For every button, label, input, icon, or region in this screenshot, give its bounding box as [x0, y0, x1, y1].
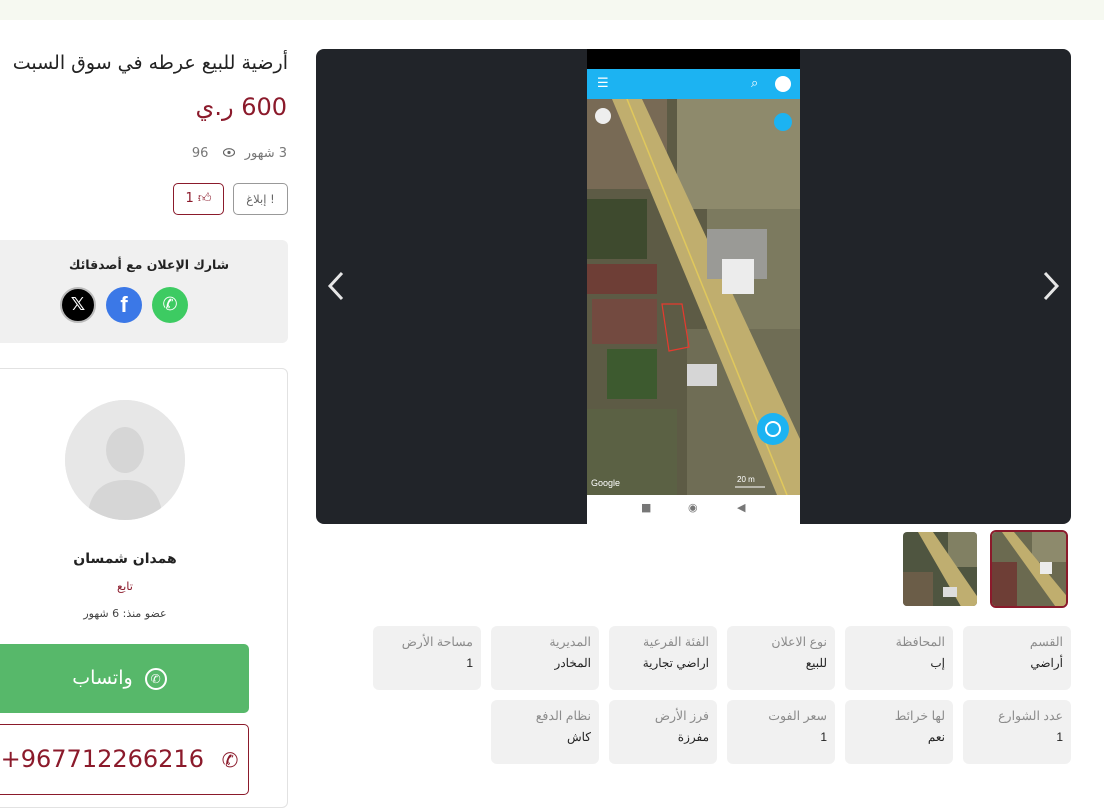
circle-icon: ◉ — [688, 501, 698, 514]
phone-call-button[interactable]: +967712266216 ✆ — [0, 724, 249, 795]
thumbs-up-icon: 👍︎ — [197, 191, 212, 206]
square-icon: ■ — [641, 501, 652, 514]
detail-ad-type: نوع الاعلان للبيع — [727, 626, 835, 690]
listing-age: 3 شهور — [244, 146, 287, 161]
map-scale: 20 m — [737, 475, 755, 484]
menu-icon: ☰ — [597, 76, 609, 91]
detail-land-area: مساحة الأرض 1 — [373, 626, 481, 690]
chevron-left-icon — [327, 271, 344, 301]
chevron-right-icon — [1043, 271, 1060, 301]
layers-icon — [775, 76, 791, 92]
x-icon: 𝕏 — [70, 294, 86, 315]
phone-status-bar — [587, 49, 800, 69]
listing-price: 600 ر.ي — [195, 93, 287, 121]
report-label: إبلاغ — [246, 192, 267, 206]
detail-payment-system: نظام الدفع كاش — [491, 700, 599, 764]
phone-nav-bar: ■ ◉ ◀ — [587, 495, 800, 524]
listing-views: 96 — [191, 146, 209, 161]
map-app-bar: ☰ ⌕ — [587, 69, 800, 99]
whatsapp-label: واتساب — [72, 667, 133, 689]
eye-icon — [222, 146, 235, 161]
image-gallery[interactable]: ☰ ⌕ Google 20 m ■ ◉ ◀ — [316, 49, 1071, 524]
map-watermark: Google — [591, 478, 621, 488]
gallery-prev-button[interactable] — [322, 269, 350, 309]
detail-governorate: المحافظة إب — [845, 626, 953, 690]
detail-category: القسم أراضي — [963, 626, 1071, 690]
detail-has-maps: لها خرائط نعم — [845, 700, 953, 764]
back-triangle-icon: ◀ — [737, 501, 746, 514]
whatsapp-share-button[interactable]: ✆ — [152, 287, 188, 323]
seller-name: همدان شمسان — [73, 551, 177, 567]
detail-district: المديرية المخادر — [491, 626, 599, 690]
share-box: شارك الإعلان مع أصدقائك 𝕏 f ✆ — [0, 240, 288, 343]
detail-subcategory: الفئة الفرعية اراضي تجارية — [609, 626, 717, 690]
facebook-icon: f — [120, 292, 128, 317]
avatar — [65, 400, 185, 520]
share-title: شارك الإعلان مع أصدقائك — [68, 257, 230, 272]
listing-meta: 3 شهور 96 — [192, 146, 287, 161]
user-silhouette-icon — [65, 400, 185, 520]
gallery-thumbnail-1[interactable] — [990, 530, 1068, 608]
phone-icon: ✆ — [221, 748, 239, 772]
detail-foot-price: سعر الفوت 1 — [727, 700, 835, 764]
whatsapp-icon: ✆ — [162, 294, 178, 315]
like-button[interactable]: 1 👍︎ — [173, 183, 224, 215]
flag-icon: ! — [270, 192, 275, 206]
facebook-share-button[interactable]: f — [106, 287, 142, 323]
report-button[interactable]: ! إبلاغ — [233, 183, 288, 215]
detail-streets-count: عدد الشوارع 1 — [963, 700, 1071, 764]
gallery-image: ☰ ⌕ Google 20 m ■ ◉ ◀ — [587, 49, 800, 524]
search-icon: ⌕ — [751, 76, 759, 91]
phone-number: +967712266216 — [0, 745, 204, 773]
gallery-next-button[interactable] — [1037, 269, 1065, 309]
seller-role: تابع — [116, 579, 134, 593]
listing-title: أرضية للبيع عرطه في سوق السبت — [12, 52, 288, 74]
whatsapp-contact-button[interactable]: ✆ واتساب — [0, 644, 249, 713]
detail-land-sorting: فرز الأرض مفرزة — [609, 700, 717, 764]
top-bar — [0, 0, 1104, 20]
like-count: 1 — [185, 191, 194, 206]
satellite-map: Google 20 m — [587, 99, 800, 495]
seller-member-since: عضو منذ: 6 شهور — [83, 607, 167, 620]
whatsapp-icon: ✆ — [144, 667, 167, 690]
x-share-button[interactable]: 𝕏 — [60, 287, 96, 323]
gallery-thumbnail-2[interactable] — [901, 530, 979, 608]
